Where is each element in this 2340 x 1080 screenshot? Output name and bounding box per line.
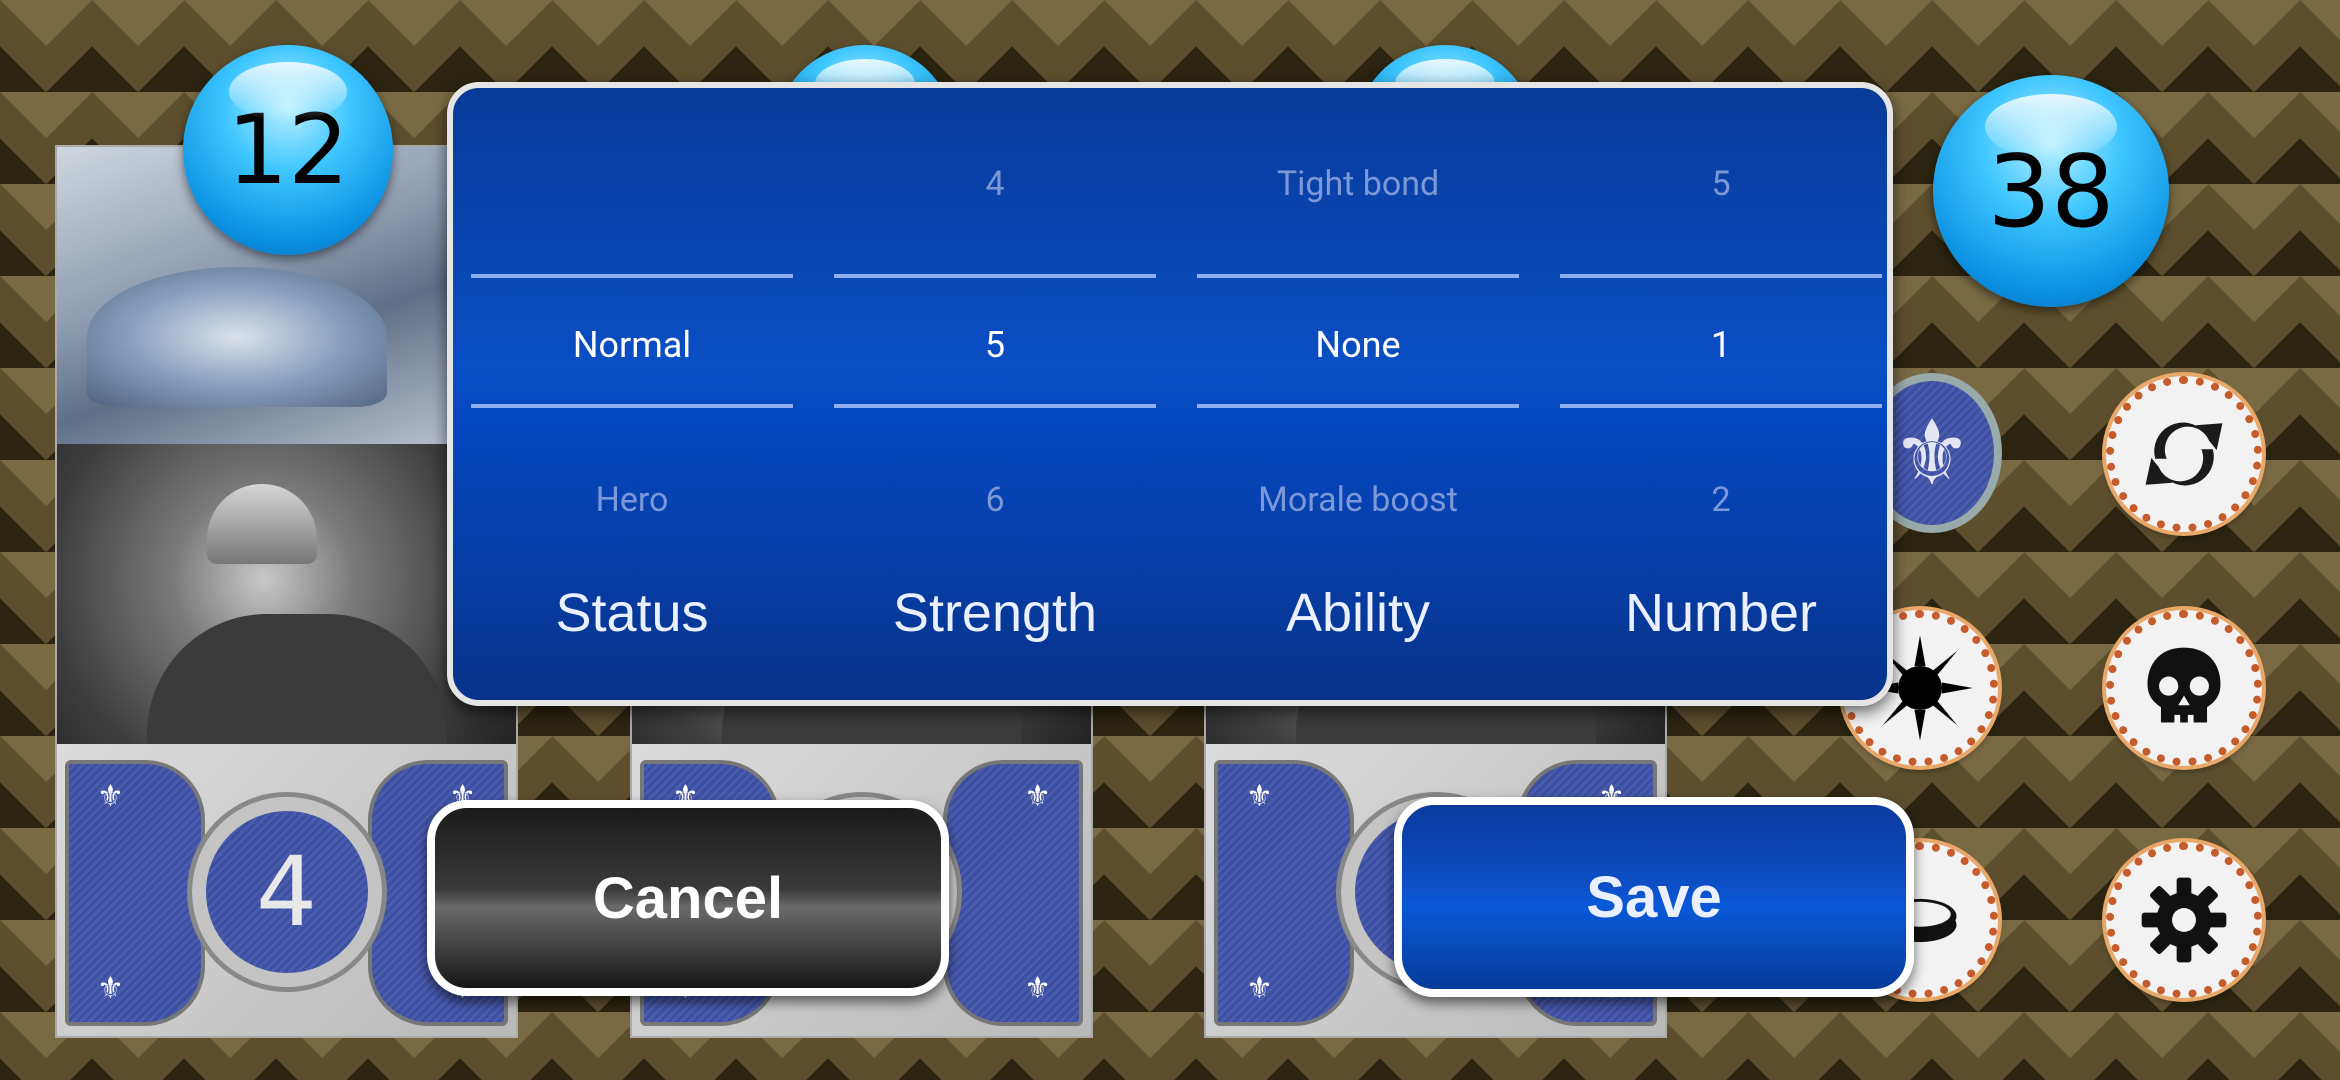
- strength-heading: Strength: [892, 583, 1098, 643]
- score-bubble-value: 38: [1987, 132, 2115, 250]
- picker-divider: [1197, 274, 1519, 278]
- ability-option-selected[interactable]: None: [1197, 324, 1519, 366]
- cancel-button[interactable]: Cancel: [427, 800, 949, 996]
- cancel-button-label: Cancel: [592, 865, 784, 931]
- number-option-next[interactable]: 2: [1560, 480, 1882, 520]
- ability-option-prev[interactable]: Tight bond: [1197, 164, 1519, 204]
- status-option-next[interactable]: Hero: [471, 480, 793, 520]
- number-option-selected[interactable]: 1: [1560, 324, 1882, 366]
- refresh-button[interactable]: [2106, 376, 2262, 532]
- score-bubble-right: 38: [1933, 75, 2169, 307]
- ability-heading: Ability: [1285, 583, 1431, 643]
- strength-option-selected[interactable]: 5: [834, 324, 1156, 366]
- picker-divider: [471, 274, 793, 278]
- picker-divider: [834, 274, 1156, 278]
- picker-divider: [1560, 274, 1882, 278]
- fleur-de-lis-icon: ⚜: [1246, 971, 1273, 1006]
- picker-divider: [834, 404, 1156, 408]
- fleur-de-lis-icon: ⚜: [1246, 779, 1273, 814]
- card-strength-medallion: 4: [191, 797, 382, 987]
- skull-icon: [2147, 647, 2221, 723]
- unit-picker-dialog: Normal Hero Status 4 5 6 Strength Tight …: [447, 82, 1893, 706]
- picker-divider: [1197, 404, 1519, 408]
- refresh-icon: [2145, 422, 2223, 486]
- status-picker[interactable]: Normal Hero Status: [471, 88, 793, 700]
- status-heading: Status: [555, 583, 709, 643]
- save-button-label: Save: [1586, 864, 1722, 930]
- card-shield-left: ⚜ ⚜: [65, 760, 205, 1026]
- save-button[interactable]: Save: [1394, 797, 1914, 997]
- card-shield-right: ⚜ ⚜: [943, 760, 1083, 1026]
- score-bubble-left: 12: [183, 45, 393, 255]
- fleur-de-lis-icon: ⚜: [97, 779, 124, 814]
- fleur-de-lis-icon: ⚜: [1024, 971, 1051, 1006]
- strength-option-prev[interactable]: 4: [834, 164, 1156, 204]
- strength-option-next[interactable]: 6: [834, 480, 1156, 520]
- fleur-de-lis-icon: ⚜: [1891, 400, 1973, 506]
- ability-option-next[interactable]: Morale boost: [1197, 480, 1519, 520]
- ability-picker[interactable]: Tight bond None Morale boost Ability: [1197, 88, 1519, 700]
- score-bubble-value: 12: [226, 94, 350, 206]
- game-board: ⚜ ⚜ ⚜ ⚜ 4 ⚜ ⚜ ⚜ ⚜: [0, 0, 2340, 1080]
- number-heading: Number: [1624, 583, 1818, 643]
- picker-divider: [471, 404, 793, 408]
- number-option-prev[interactable]: 5: [1560, 164, 1882, 204]
- picker-divider: [1560, 404, 1882, 408]
- fleur-de-lis-icon: ⚜: [97, 971, 124, 1006]
- card-shield-left: ⚜ ⚜: [1214, 760, 1354, 1026]
- strength-picker[interactable]: 4 5 6 Strength: [834, 88, 1156, 700]
- number-picker[interactable]: 5 1 2 Number: [1560, 88, 1882, 700]
- gear-icon: [2141, 877, 2227, 963]
- skull-button[interactable]: [2106, 610, 2262, 766]
- fleur-de-lis-icon: ⚜: [1024, 779, 1051, 814]
- settings-button[interactable]: [2106, 842, 2262, 998]
- status-option-selected[interactable]: Normal: [471, 324, 793, 366]
